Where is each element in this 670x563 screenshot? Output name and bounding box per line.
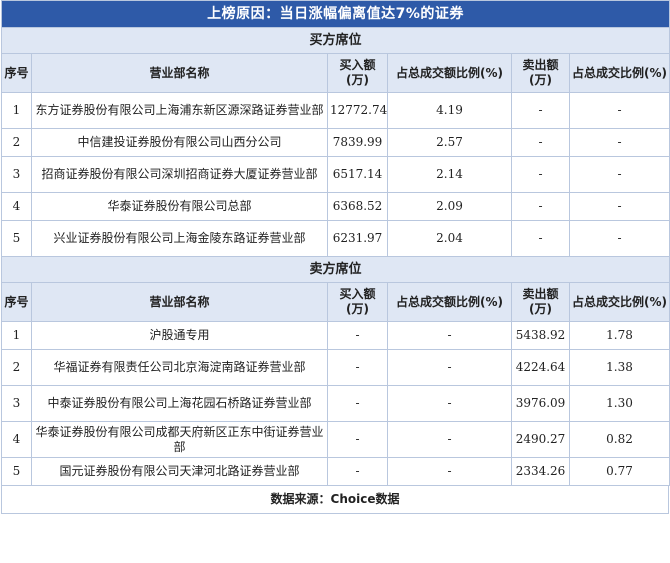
seat-table: 上榜原因：当日涨幅偏离值达7%的证券 买方席位 序号 营业部名称 买入额(万) … <box>0 0 670 486</box>
cell-seq: 4 <box>1 192 32 221</box>
table-row: 2 华福证券有限责任公司北京海淀南路证券营业部 - - 4224.64 1.38 <box>1 349 670 386</box>
cell-sell: 2490.27 <box>511 421 570 458</box>
cell-seq: 4 <box>1 421 32 458</box>
cell-sell: 4224.64 <box>511 349 570 386</box>
cell-buy: - <box>327 321 388 350</box>
cell-sell: - <box>511 156 570 193</box>
col-header-buy-pct: 占总成交额比例(%) <box>387 282 512 322</box>
cell-buy: 7839.99 <box>327 128 388 157</box>
cell-sell-pct: 0.77 <box>568 457 670 486</box>
table-title: 上榜原因：当日涨幅偏离值达7%的证券 <box>0 0 670 28</box>
cell-sell-pct: - <box>568 220 670 257</box>
table-row: 5 兴业证券股份有限公司上海金陵东路证券营业部 6231.97 2.04 - - <box>1 220 670 257</box>
cell-branch-name: 东方证券股份有限公司上海浦东新区源深路证券营业部 <box>31 92 328 129</box>
cell-buy-pct: 2.14 <box>387 156 512 193</box>
cell-sell-pct: - <box>568 192 670 221</box>
cell-sell: 5438.92 <box>511 321 570 350</box>
cell-branch-name: 兴业证券股份有限公司上海金陵东路证券营业部 <box>31 220 328 257</box>
table-row: 1 东方证券股份有限公司上海浦东新区源深路证券营业部 12772.74 4.19… <box>1 92 670 129</box>
cell-seq: 2 <box>1 128 32 157</box>
cell-buy: - <box>327 421 388 458</box>
cell-sell: - <box>511 192 570 221</box>
cell-buy-pct: - <box>387 349 512 386</box>
cell-branch-name: 招商证券股份有限公司深圳招商证券大厦证券营业部 <box>31 156 328 193</box>
table-row: 3 招商证券股份有限公司深圳招商证券大厦证券营业部 6517.14 2.14 -… <box>1 156 670 193</box>
col-header-name: 营业部名称 <box>31 53 328 93</box>
col-header-buy: 买入额(万) <box>327 282 388 322</box>
col-header-seq: 序号 <box>1 282 32 322</box>
cell-buy: 6368.52 <box>327 192 388 221</box>
col-header-name: 营业部名称 <box>31 282 328 322</box>
cell-seq: 5 <box>1 220 32 257</box>
cell-buy-pct: 2.57 <box>387 128 512 157</box>
cell-buy: - <box>327 385 388 422</box>
cell-seq: 3 <box>1 385 32 422</box>
cell-sell-pct: 1.30 <box>568 385 670 422</box>
col-header-seq: 序号 <box>1 53 32 93</box>
table-row: 4 华泰证券股份有限公司总部 6368.52 2.09 - - <box>1 192 670 221</box>
cell-branch-name: 国元证券股份有限公司天津河北路证券营业部 <box>31 457 328 486</box>
dragon-tiger-list-panel: 上榜原因：当日涨幅偏离值达7%的证券 买方席位 序号 营业部名称 买入额(万) … <box>0 0 670 514</box>
table-row: 1 沪股通专用 - - 5438.92 1.78 <box>1 321 670 350</box>
cell-branch-name: 华泰证券股份有限公司总部 <box>31 192 328 221</box>
cell-buy-pct: 2.04 <box>387 220 512 257</box>
cell-seq: 3 <box>1 156 32 193</box>
col-header-sell: 卖出额(万) <box>511 53 570 93</box>
cell-sell: - <box>511 128 570 157</box>
buy-section-label: 买方席位 <box>0 27 670 54</box>
sell-section-label: 卖方席位 <box>0 256 670 283</box>
cell-sell: - <box>511 92 570 129</box>
cell-seq: 2 <box>1 349 32 386</box>
cell-buy: - <box>327 457 388 486</box>
cell-buy: - <box>327 349 388 386</box>
col-header-sell-pct: 占总成交比例(%) <box>568 53 670 93</box>
cell-buy: 6231.97 <box>327 220 388 257</box>
cell-buy-pct: - <box>387 421 512 458</box>
col-header-sell: 卖出额(万) <box>511 282 570 322</box>
table-row: 3 中泰证券股份有限公司上海花园石桥路证券营业部 - - 3976.09 1.3… <box>1 385 670 422</box>
table-row: 4 华泰证券股份有限公司成都天府新区正东中街证券营业部 - - 2490.27 … <box>1 421 670 458</box>
cell-seq: 5 <box>1 457 32 486</box>
cell-branch-name: 沪股通专用 <box>31 321 328 350</box>
data-source-note: 数据来源：Choice数据 <box>1 486 669 514</box>
cell-buy-pct: - <box>387 385 512 422</box>
cell-sell: - <box>511 220 570 257</box>
cell-sell: 3976.09 <box>511 385 570 422</box>
cell-buy-pct: - <box>387 457 512 486</box>
cell-sell-pct: 1.78 <box>568 321 670 350</box>
buy-header-row: 序号 营业部名称 买入额(万) 占总成交额比例(%) 卖出额(万) 占总成交比例… <box>1 53 670 93</box>
cell-buy-pct: 4.19 <box>387 92 512 129</box>
cell-sell-pct: - <box>568 128 670 157</box>
cell-seq: 1 <box>1 321 32 350</box>
col-header-buy: 买入额(万) <box>327 53 388 93</box>
cell-sell-pct: 0.82 <box>568 421 670 458</box>
cell-buy-pct: 2.09 <box>387 192 512 221</box>
cell-seq: 1 <box>1 92 32 129</box>
table-row: 2 中信建投证券股份有限公司山西分公司 7839.99 2.57 - - <box>1 128 670 157</box>
cell-sell: 2334.26 <box>511 457 570 486</box>
cell-buy: 12772.74 <box>327 92 388 129</box>
cell-sell-pct: - <box>568 156 670 193</box>
cell-branch-name: 华泰证券股份有限公司成都天府新区正东中街证券营业部 <box>31 421 328 458</box>
cell-branch-name: 华福证券有限责任公司北京海淀南路证券营业部 <box>31 349 328 386</box>
cell-buy: 6517.14 <box>327 156 388 193</box>
col-header-buy-pct: 占总成交额比例(%) <box>387 53 512 93</box>
sell-header-row: 序号 营业部名称 买入额(万) 占总成交额比例(%) 卖出额(万) 占总成交比例… <box>1 282 670 322</box>
cell-sell-pct: 1.38 <box>568 349 670 386</box>
cell-sell-pct: - <box>568 92 670 129</box>
col-header-sell-pct: 占总成交比例(%) <box>568 282 670 322</box>
cell-branch-name: 中信建投证券股份有限公司山西分公司 <box>31 128 328 157</box>
cell-branch-name: 中泰证券股份有限公司上海花园石桥路证券营业部 <box>31 385 328 422</box>
cell-buy-pct: - <box>387 321 512 350</box>
table-row: 5 国元证券股份有限公司天津河北路证券营业部 - - 2334.26 0.77 <box>1 457 670 486</box>
